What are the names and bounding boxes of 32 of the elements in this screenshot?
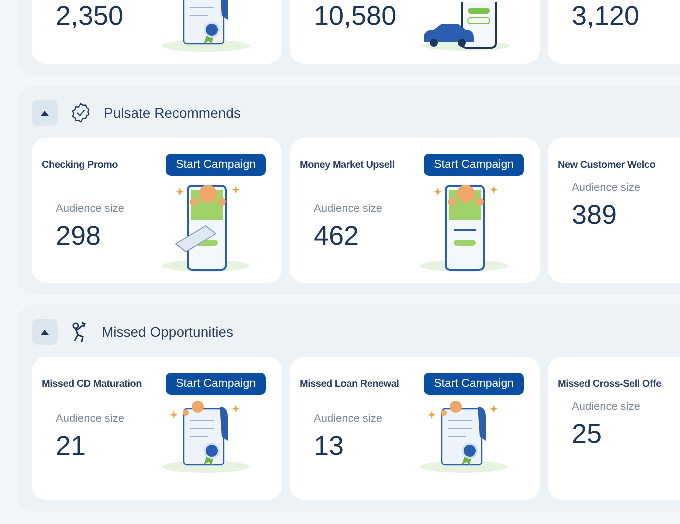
section-title: Pulsate Recommends bbox=[104, 105, 241, 121]
audience-count: 389 bbox=[572, 200, 618, 231]
audience-label: Audience size bbox=[572, 182, 640, 194]
start-campaign-button[interactable]: Start Campaign bbox=[424, 373, 524, 395]
audience-count: 2,350 bbox=[56, 1, 124, 33]
collapse-button[interactable] bbox=[32, 319, 58, 345]
start-campaign-button[interactable]: Start Campaign bbox=[166, 154, 266, 176]
campaign-title: Missed Cross-Sell Offe bbox=[558, 378, 662, 390]
audience-label: Audience size bbox=[56, 412, 124, 424]
audience-count: 13 bbox=[314, 430, 346, 462]
campaign-title: Checking Promo bbox=[42, 160, 118, 170]
start-campaign-button[interactable]: Start Campaign bbox=[166, 373, 266, 395]
section-title: Missed Opportunities bbox=[102, 324, 234, 340]
audience-count: 21 bbox=[56, 430, 88, 462]
campaign-title: Missed Loan Renewal bbox=[300, 378, 400, 390]
audience-label: Audience size bbox=[572, 401, 640, 413]
audience-label: Audience size bbox=[314, 412, 382, 424]
campaign-title: New Customer Welco bbox=[558, 160, 656, 170]
audience-count: 3,120 bbox=[572, 1, 640, 33]
start-campaign-button[interactable]: Start Campaign bbox=[424, 154, 524, 176]
audience-count: 462 bbox=[314, 220, 360, 252]
audience-label: Audience size bbox=[56, 202, 124, 214]
collapse-button[interactable] bbox=[32, 100, 58, 126]
campaign-title: Money Market Upsell bbox=[300, 160, 395, 170]
audience-count: 10,580 bbox=[314, 1, 397, 33]
audience-count: 25 bbox=[572, 419, 604, 450]
audience-count: 298 bbox=[56, 220, 102, 252]
campaign-title: Missed CD Maturation bbox=[42, 378, 142, 390]
badge-check-icon bbox=[70, 102, 92, 124]
audience-label: Audience size bbox=[314, 202, 382, 214]
caret-icon bbox=[41, 110, 49, 116]
caret-icon bbox=[41, 330, 49, 334]
